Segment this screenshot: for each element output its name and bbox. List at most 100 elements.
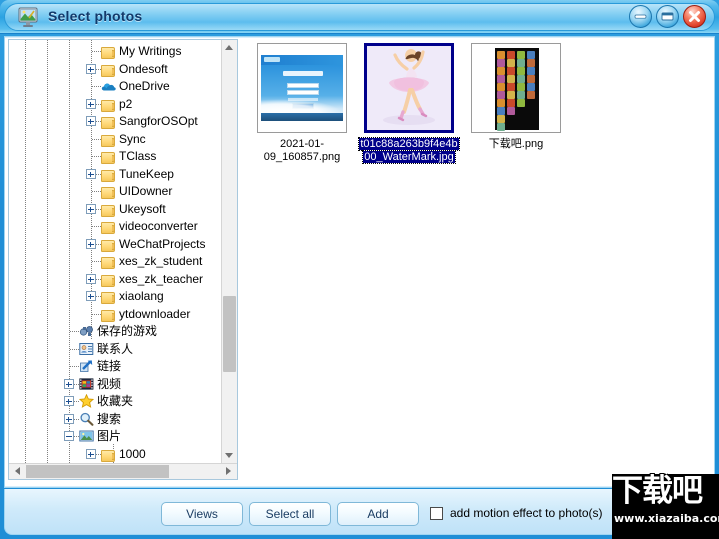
- tree-item[interactable]: xes_zk_student: [9, 252, 222, 270]
- tree-item-label: xes_zk_student: [119, 254, 203, 268]
- minimize-button[interactable]: [629, 5, 652, 28]
- login-page-artwork: [261, 55, 343, 121]
- expand-node-button[interactable]: [86, 168, 96, 179]
- photo-thumbnail-list[interactable]: 2021-01- 09_160857.png t01c88a263b9f4e4b 00…: [243, 39, 711, 480]
- chevron-up-icon: [225, 45, 233, 50]
- tree-connector: [92, 226, 101, 227]
- photo-thumbnail-image[interactable]: [257, 43, 347, 133]
- horizontal-scroll-thumb[interactable]: [26, 465, 169, 478]
- vertical-scroll-thumb[interactable]: [223, 296, 236, 373]
- tree-item[interactable]: 保存的游戏: [9, 322, 222, 340]
- motion-effect-label: add motion effect to photo(s): [450, 506, 603, 520]
- bottom-toolbar: Views Select all Add add motion effect t…: [4, 489, 715, 535]
- expand-node-button[interactable]: [86, 273, 96, 284]
- tree-item[interactable]: ytdownloader: [9, 305, 222, 323]
- photo-thumbnail-item[interactable]: t01c88a263b9f4e4b 00_WaterMark.jpg: [356, 43, 462, 164]
- monitor-picture-icon: [17, 6, 39, 28]
- expand-node-button[interactable]: [86, 291, 96, 301]
- caption-line: 下载吧.png: [488, 138, 544, 150]
- expand-node-button[interactable]: [86, 448, 96, 459]
- caption-line: 2021-01-: [279, 138, 325, 150]
- pictures-icon: [79, 429, 94, 443]
- maximize-button[interactable]: [656, 5, 679, 28]
- tree-item[interactable]: UIDowner: [9, 182, 222, 200]
- scroll-down-button[interactable]: [222, 448, 237, 464]
- views-button[interactable]: Views: [161, 502, 243, 526]
- photo-thumbnail-image[interactable]: [471, 43, 561, 133]
- tree-item[interactable]: SangforOSOpt: [9, 112, 222, 130]
- title-bar: Select photos: [0, 0, 719, 34]
- tree-item[interactable]: 链接: [9, 357, 222, 375]
- tree-item[interactable]: Ondesoft: [9, 60, 222, 78]
- caption-line: 00_WaterMark.jpg: [362, 150, 456, 164]
- folder-icon: [101, 44, 116, 59]
- tree-item-label: Ondesoft: [119, 61, 168, 76]
- tree-item-label: 1000: [119, 446, 146, 461]
- contacts-icon: [79, 342, 94, 356]
- tree-item[interactable]: p2: [9, 95, 222, 113]
- onedrive-cloud-icon: [101, 79, 116, 93]
- scroll-left-button[interactable]: [9, 464, 25, 479]
- tree-horizontal-scrollbar[interactable]: [9, 463, 237, 479]
- folder-icon: [101, 272, 116, 287]
- tree-item-label: OneDrive: [119, 79, 170, 93]
- folder-icon: [101, 202, 116, 217]
- tree-vertical-scrollbar[interactable]: [221, 40, 237, 464]
- photo-thumbnail-item[interactable]: 2021-01- 09_160857.png: [249, 43, 355, 164]
- tree-item[interactable]: Ukeysoft: [9, 200, 222, 218]
- tree-item[interactable]: WeChatProjects: [9, 235, 222, 253]
- tree-item-label: ytdownloader: [119, 306, 191, 321]
- expand-node-button[interactable]: [86, 116, 96, 126]
- expand-node-button[interactable]: [86, 203, 96, 214]
- expand-node-button[interactable]: [86, 98, 96, 109]
- tree-item[interactable]: TClass: [9, 147, 222, 165]
- tree-item[interactable]: xes_zk_teacher: [9, 270, 222, 288]
- tree-item[interactable]: 1000: [9, 445, 222, 463]
- expand-node-button[interactable]: [64, 413, 74, 424]
- window-title: Select photos: [48, 8, 143, 24]
- folder-icon: [101, 307, 116, 322]
- tree-item[interactable]: 联系人: [9, 340, 222, 358]
- tree-item[interactable]: 图片: [9, 427, 222, 445]
- folder-icon: [101, 184, 116, 199]
- expand-node-button[interactable]: [86, 238, 96, 249]
- tree-item[interactable]: 视频: [9, 375, 222, 393]
- tree-item[interactable]: OneDrive: [9, 77, 222, 95]
- folder-tree[interactable]: My Writings Ondesoft OneDrive p2 SangforOSOp…: [9, 40, 222, 464]
- close-button[interactable]: [683, 5, 706, 28]
- watermark-logo-text: 下载吧: [612, 473, 703, 509]
- folder-icon: [101, 149, 116, 164]
- tree-item[interactable]: videoconverter: [9, 217, 222, 235]
- tree-item[interactable]: My Writings: [9, 42, 222, 60]
- ballerina-artwork: [367, 46, 451, 130]
- tree-item[interactable]: TuneKeep: [9, 165, 222, 183]
- tree-item[interactable]: xiaolang: [9, 287, 222, 305]
- photo-thumbnail-image[interactable]: [364, 43, 454, 133]
- tree-item-label: My Writings: [119, 44, 182, 58]
- expand-node-button[interactable]: [64, 378, 74, 389]
- tree-item-label: xes_zk_teacher: [119, 271, 204, 286]
- folder-icon: [101, 62, 116, 77]
- expand-node-button[interactable]: [86, 63, 96, 74]
- collapse-node-button[interactable]: [64, 431, 74, 441]
- tree-item-label: 保存的游戏: [97, 324, 158, 338]
- folder-icon: [101, 447, 116, 462]
- add-button[interactable]: Add: [337, 502, 419, 526]
- select-photos-window: Select photos My Writings Ondesoft OneDriv…: [0, 0, 719, 539]
- favorites-star-icon: [78, 393, 95, 408]
- expand-node-button[interactable]: [64, 396, 74, 406]
- tree-item[interactable]: Sync: [9, 130, 222, 148]
- motion-effect-checkbox[interactable]: [430, 507, 443, 520]
- select-all-button[interactable]: Select all: [249, 502, 331, 526]
- folder-icon: [101, 97, 116, 112]
- scroll-up-button[interactable]: [222, 40, 237, 56]
- photo-thumbnail-item[interactable]: 下载吧.png: [463, 43, 569, 151]
- tree-item[interactable]: 搜索: [9, 410, 222, 428]
- tree-connector: [92, 261, 101, 262]
- tree-item[interactable]: 收藏夹: [9, 392, 222, 410]
- scroll-right-button[interactable]: [221, 464, 237, 479]
- videos-icon: [79, 377, 94, 391]
- caption-line: 09_160857.png: [263, 151, 341, 163]
- folder-icon: [101, 289, 116, 304]
- tree-item-label: UIDowner: [119, 184, 173, 198]
